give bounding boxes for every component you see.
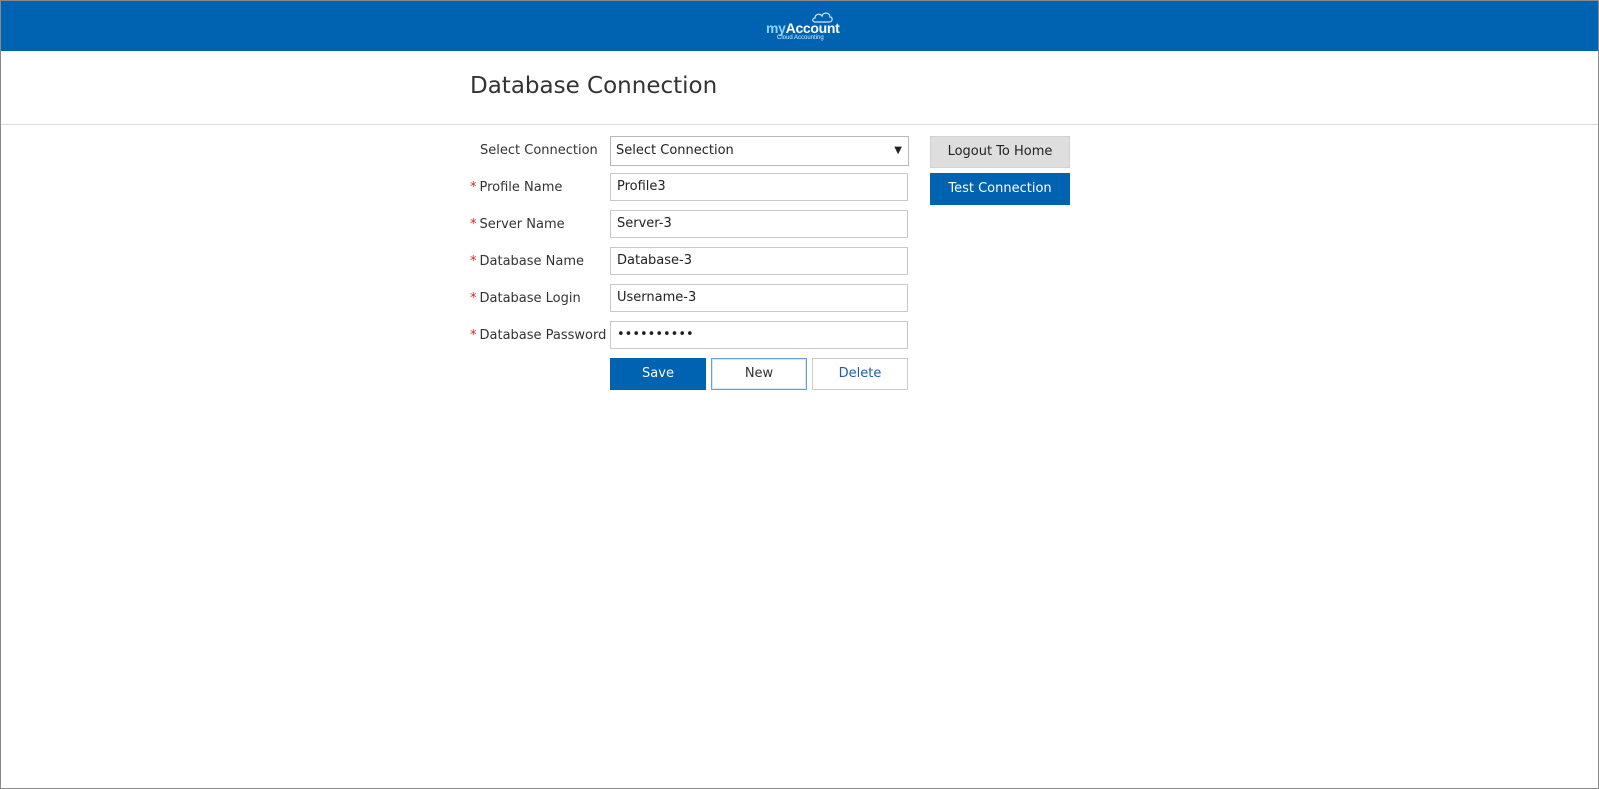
required-marker: *	[470, 180, 477, 195]
database-login-label-text: Database Login	[479, 291, 581, 306]
logout-to-home-button[interactable]: Logout To Home	[930, 136, 1070, 168]
logo-subtitle: Cloud Accounting	[777, 35, 824, 41]
logo-main-text: Account	[785, 20, 840, 36]
required-marker: *	[470, 291, 477, 306]
select-connection-label: Select Connection	[470, 143, 598, 158]
top-bar: myAccount Cloud Accounting	[1, 1, 1598, 51]
required-marker: *	[470, 217, 477, 232]
database-login-input[interactable]: Username-3	[610, 284, 908, 312]
title-area: Database Connection	[1, 51, 1598, 125]
database-name-label: * Database Name	[470, 254, 584, 269]
chevron-down-icon: ▼	[894, 145, 902, 156]
database-login-label: * Database Login	[470, 291, 581, 306]
profile-name-input[interactable]: Profile3	[610, 173, 908, 201]
server-name-label: * Server Name	[470, 217, 565, 232]
select-connection-label-text: Select Connection	[480, 143, 598, 158]
logo-text: myAccount	[766, 20, 840, 36]
test-connection-button[interactable]: Test Connection	[930, 173, 1070, 205]
database-password-input[interactable]: ••••••••••	[610, 321, 908, 349]
app-logo[interactable]: myAccount Cloud Accounting	[766, 11, 840, 43]
profile-name-label: * Profile Name	[470, 180, 562, 195]
app-window: myAccount Cloud Accounting Database Conn…	[0, 0, 1599, 789]
profile-name-label-text: Profile Name	[479, 180, 563, 195]
delete-button[interactable]: Delete	[812, 358, 908, 390]
page-title: Database Connection	[470, 73, 718, 99]
database-password-label: * Database Password	[470, 328, 606, 343]
new-button[interactable]: New	[711, 358, 807, 390]
database-name-input[interactable]: Database-3	[610, 247, 908, 275]
server-name-label-text: Server Name	[479, 217, 565, 232]
save-button[interactable]: Save	[610, 358, 706, 390]
database-password-label-text: Database Password	[479, 328, 607, 343]
connection-select-value: Select Connection	[616, 143, 734, 158]
server-name-input[interactable]: Server-3	[610, 210, 908, 238]
database-name-label-text: Database Name	[479, 254, 585, 269]
connection-select[interactable]: Select Connection ▼	[610, 136, 909, 166]
logo-prefix: my	[766, 20, 786, 36]
required-marker: *	[470, 328, 477, 343]
required-marker: *	[470, 254, 477, 269]
